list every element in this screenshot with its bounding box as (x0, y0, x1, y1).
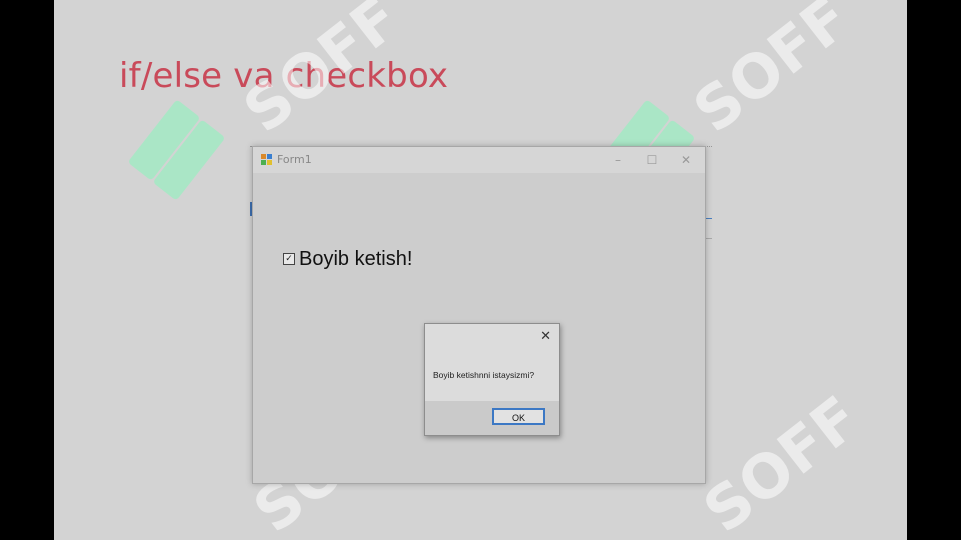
message-box-body (425, 324, 559, 401)
minimize-button[interactable]: – (605, 151, 631, 169)
slide: if/else va checkbox SOFF SOFF SOFF SOFF … (54, 0, 907, 540)
form-app-icon (261, 154, 272, 165)
message-box-close-icon[interactable]: ✕ (540, 330, 551, 344)
watermark-text: SOFF (681, 0, 864, 147)
form1-titlebar[interactable]: Form1 – ☐ ✕ (253, 147, 705, 173)
maximize-button[interactable]: ☐ (639, 151, 665, 169)
form1-title: Form1 (277, 153, 312, 166)
boyib-ketish-checkbox[interactable]: ✓ (283, 253, 295, 265)
ok-button[interactable]: OK (492, 408, 545, 425)
letterbox-left (0, 0, 54, 540)
watermark-text: SOFF (691, 383, 874, 540)
check-mark-icon: ✓ (285, 254, 293, 264)
checkbox-label[interactable]: Boyib ketish! (299, 248, 412, 271)
close-button[interactable]: ✕ (673, 151, 699, 169)
message-box: ✕ Boyib ketishnni istaysizmi? OK (424, 323, 560, 436)
message-box-text: Boyib ketishnni istaysizmi? (433, 370, 535, 380)
letterbox-right (907, 0, 961, 540)
